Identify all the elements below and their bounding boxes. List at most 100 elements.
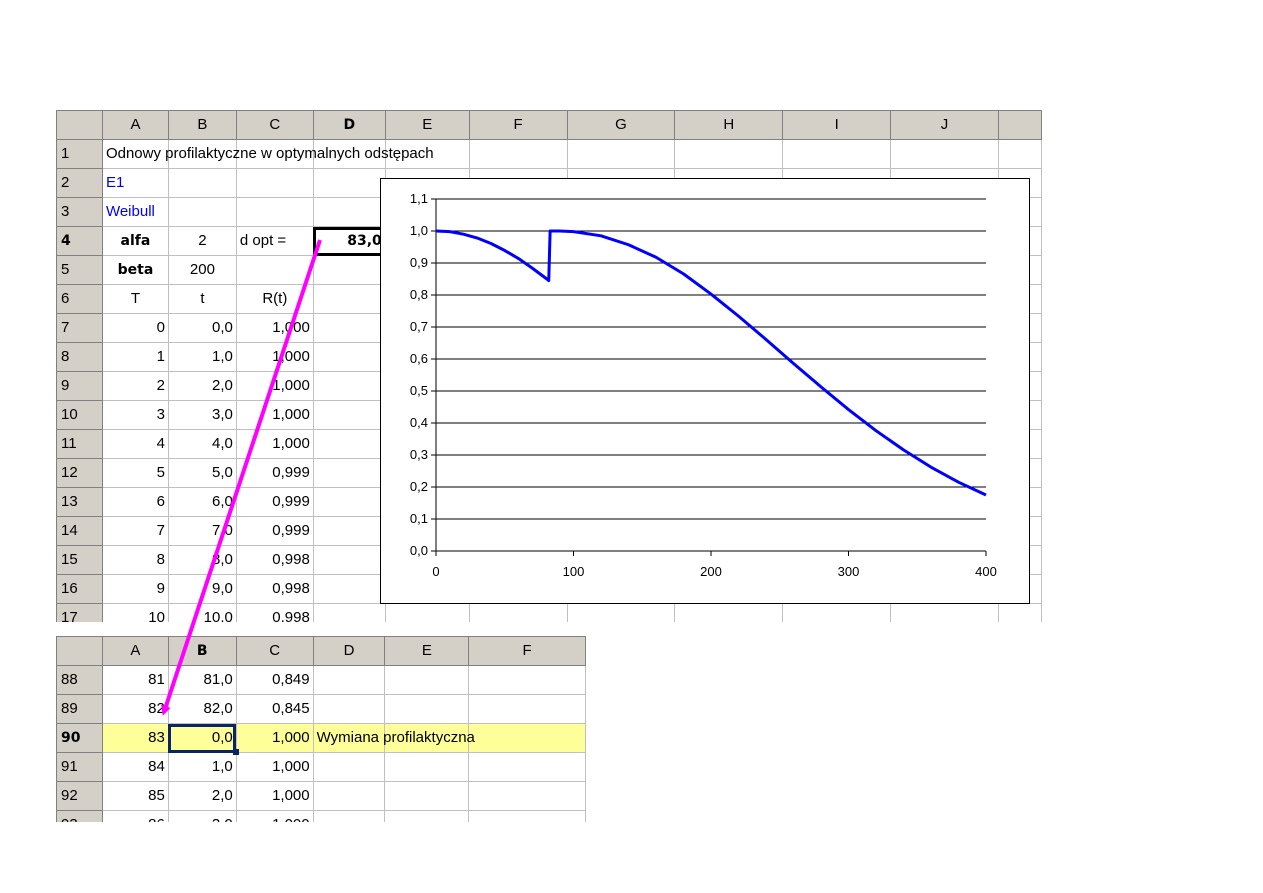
- cell-d10[interactable]: [312, 400, 386, 430]
- cell-f90[interactable]: [468, 723, 586, 753]
- cell-d3[interactable]: [312, 197, 386, 227]
- column-header-f-bottom[interactable]: F: [468, 636, 586, 666]
- cell-a12[interactable]: 5: [101, 458, 169, 488]
- column-header-k-partial[interactable]: [997, 110, 1042, 140]
- cell-d15[interactable]: [312, 545, 386, 575]
- cell-d4[interactable]: 83,0: [312, 226, 388, 258]
- cell-c10[interactable]: 1,000: [235, 400, 314, 430]
- row-header-11[interactable]: 11: [56, 429, 103, 459]
- cell-b2[interactable]: [167, 168, 237, 198]
- cell-d9[interactable]: [312, 371, 386, 401]
- column-header-a-bottom[interactable]: A: [101, 636, 169, 666]
- cell-e88[interactable]: [384, 665, 470, 695]
- cell-b13[interactable]: 6,0: [167, 487, 237, 517]
- cell-a16[interactable]: 9: [101, 574, 169, 604]
- cell-a90[interactable]: 83: [101, 723, 169, 753]
- cell-g1[interactable]: [566, 139, 676, 169]
- cell-b92[interactable]: 2,0: [167, 781, 237, 811]
- column-header-d-bottom[interactable]: D: [312, 636, 386, 666]
- cell-a11[interactable]: 4: [101, 429, 169, 459]
- row-header-1[interactable]: 1: [56, 139, 103, 169]
- row-header-6[interactable]: 6: [56, 284, 103, 314]
- cell-d5[interactable]: [312, 255, 386, 285]
- cell-c17[interactable]: 0,998: [235, 603, 314, 622]
- cell-c93[interactable]: 1,000: [235, 810, 314, 822]
- cell-i17[interactable]: [782, 603, 892, 622]
- cell-f89[interactable]: [468, 694, 586, 724]
- cell-c2[interactable]: [235, 168, 314, 198]
- cell-c6[interactable]: R(t): [235, 284, 314, 314]
- cell-c3[interactable]: [235, 197, 314, 227]
- row-header-10[interactable]: 10: [56, 400, 103, 430]
- cell-c90[interactable]: 1,000: [235, 723, 314, 753]
- cell-d91[interactable]: [312, 752, 386, 782]
- cell-d88[interactable]: [312, 665, 386, 695]
- column-header-a[interactable]: A: [101, 110, 169, 140]
- cell-a15[interactable]: 8: [101, 545, 169, 575]
- column-header-h[interactable]: H: [674, 110, 784, 140]
- row-header-2[interactable]: 2: [56, 168, 103, 198]
- cell-e89[interactable]: [384, 694, 470, 724]
- column-header-g[interactable]: G: [566, 110, 676, 140]
- cell-a5[interactable]: beta: [101, 255, 169, 285]
- cell-a2[interactable]: E1: [101, 168, 169, 198]
- column-header-e[interactable]: E: [384, 110, 470, 140]
- cell-d93[interactable]: [312, 810, 386, 822]
- cell-b90[interactable]: 0,0: [167, 723, 239, 755]
- cell-d7[interactable]: [312, 313, 386, 343]
- cell-d14[interactable]: [312, 516, 386, 546]
- column-header-i[interactable]: I: [782, 110, 892, 140]
- row-header-5[interactable]: 5: [56, 255, 103, 285]
- cell-f88[interactable]: [468, 665, 586, 695]
- cell-c92[interactable]: 1,000: [235, 781, 314, 811]
- cell-e92[interactable]: [384, 781, 470, 811]
- column-header-e-bottom[interactable]: E: [384, 636, 470, 666]
- cell-a6[interactable]: T: [101, 284, 169, 314]
- cell-f17[interactable]: [468, 603, 568, 622]
- row-header-13[interactable]: 13: [56, 487, 103, 517]
- cell-c15[interactable]: 0,998: [235, 545, 314, 575]
- cell-d8[interactable]: [312, 342, 386, 372]
- cell-d12[interactable]: [312, 458, 386, 488]
- cell-b8[interactable]: 1,0: [167, 342, 237, 372]
- cell-c4[interactable]: d opt =: [235, 226, 314, 256]
- cell-a91[interactable]: 84: [101, 752, 169, 782]
- row-header-89[interactable]: 89: [56, 694, 103, 724]
- cell-d90[interactable]: Wymiana profilaktyczna: [312, 723, 475, 753]
- cell-d92[interactable]: [312, 781, 386, 811]
- column-header-b-bottom[interactable]: B: [167, 636, 237, 666]
- cell-c12[interactable]: 0,999: [235, 458, 314, 488]
- cell-a1[interactable]: Odnowy profilaktyczne w optymalnych odst…: [101, 139, 434, 169]
- cell-b14[interactable]: 7,0: [167, 516, 237, 546]
- cell-d17[interactable]: [312, 603, 386, 622]
- cell-b9[interactable]: 2,0: [167, 371, 237, 401]
- cell-c7[interactable]: 1,000: [235, 313, 314, 343]
- cell-b15[interactable]: 8,0: [167, 545, 237, 575]
- cell-e17[interactable]: [384, 603, 470, 622]
- cell-b16[interactable]: 9,0: [167, 574, 237, 604]
- cell-j1[interactable]: [890, 139, 999, 169]
- row-header-9[interactable]: 9: [56, 371, 103, 401]
- column-header-f[interactable]: F: [468, 110, 568, 140]
- row-header-4[interactable]: 4: [56, 226, 103, 256]
- cell-a7[interactable]: 0: [101, 313, 169, 343]
- cell-c8[interactable]: 1,000: [235, 342, 314, 372]
- cell-b11[interactable]: 4,0: [167, 429, 237, 459]
- cell-e91[interactable]: [384, 752, 470, 782]
- cell-f92[interactable]: [468, 781, 586, 811]
- cell-a93[interactable]: 86: [101, 810, 169, 822]
- cell-c16[interactable]: 0,998: [235, 574, 314, 604]
- cell-d16[interactable]: [312, 574, 386, 604]
- row-header-15[interactable]: 15: [56, 545, 103, 575]
- fill-handle-bottom[interactable]: [232, 749, 239, 755]
- column-header-d[interactable]: D: [312, 110, 386, 140]
- cell-c5[interactable]: [235, 255, 314, 285]
- row-header-92[interactable]: 92: [56, 781, 103, 811]
- cell-b6[interactable]: t: [167, 284, 237, 314]
- cell-b91[interactable]: 1,0: [167, 752, 237, 782]
- cell-i1[interactable]: [782, 139, 892, 169]
- cell-e93[interactable]: [384, 810, 470, 822]
- cell-c91[interactable]: 1,000: [235, 752, 314, 782]
- cell-b5[interactable]: 200: [167, 255, 237, 285]
- cell-b12[interactable]: 5,0: [167, 458, 237, 488]
